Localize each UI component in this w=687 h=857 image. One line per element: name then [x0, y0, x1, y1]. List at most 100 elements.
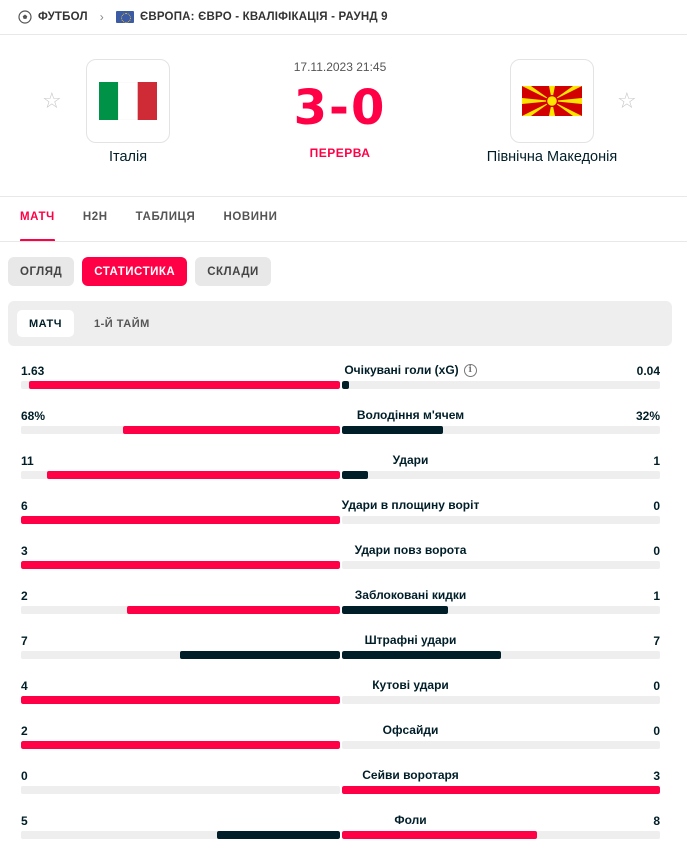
match-status: ПЕРЕРВА [309, 146, 371, 160]
stat-bar-track-home [21, 381, 340, 389]
favorite-star-icon-home[interactable]: ☆ [42, 88, 62, 114]
stat-label-wrap: Удари [21, 452, 660, 469]
stat-label: Фоли [394, 813, 427, 827]
stat-bar-track-home [21, 516, 340, 524]
stat-bar-track-away [341, 741, 660, 749]
stat-bars [21, 606, 660, 614]
stat-label: Удари повз ворота [354, 543, 467, 557]
stat-bars [21, 786, 660, 794]
stat-label: Очікувані голи (xG) [344, 363, 459, 377]
breadcrumb: ФУТБОЛ › ЄВРОПА: ЄВРО - КВАЛІФІКАЦІЯ - Р… [18, 7, 388, 27]
stat-bar-fill-home [21, 741, 340, 749]
stat-label: Кутові удари [372, 678, 449, 692]
stat-label-inner: Офсайди [383, 722, 439, 739]
stat-bar-fill-away [341, 381, 350, 389]
stat-row: 2 0 Офсайди [21, 722, 660, 767]
breadcrumb-competition[interactable]: ЄВРОПА: ЄВРО - КВАЛІФІКАЦІЯ - РАУНД 9 [140, 11, 388, 23]
stat-bar-track-away [341, 516, 660, 524]
stat-bar-track-home [21, 606, 340, 614]
stat-bar-fill-away [341, 786, 660, 794]
stat-bar-track-away [341, 651, 660, 659]
stat-bar-fill-away [341, 471, 368, 479]
stat-label-wrap: Фоли [21, 812, 660, 829]
europe-flag-icon [115, 11, 134, 23]
stat-bar-fill-away [341, 606, 448, 614]
stat-bar-track-away [341, 561, 660, 569]
breadcrumb-sport[interactable]: ФУТБОЛ [38, 11, 88, 23]
info-icon[interactable]: i [463, 364, 477, 377]
stat-bar-fill-home [21, 561, 340, 569]
stat-label-inner: Очікувані голи (xG) i [344, 362, 477, 379]
period-subtabs: МАТЧ 1-Й ТАЙМ [8, 301, 672, 346]
pill-overview[interactable]: ОГЛЯД [8, 257, 75, 286]
stat-label-wrap: Штрафні удари [21, 632, 660, 649]
stat-row: 68% 32% Володіння м'ячем [21, 407, 660, 452]
north-macedonia-flag-icon [522, 86, 582, 116]
section-pills: ОГЛЯД СТАТИСТИКА СКЛАДИ [8, 257, 271, 286]
home-team-name[interactable]: Італія [48, 149, 208, 165]
stat-label-inner: Удари в площину воріт [342, 497, 480, 514]
stat-bar-track-away [341, 606, 660, 614]
stat-label-wrap: Удари в площину воріт [21, 497, 660, 514]
stat-label-inner: Штрафні удари [365, 632, 457, 649]
score-separator: - [329, 80, 351, 136]
stat-label-inner: Кутові удари [372, 677, 449, 694]
match-score: 3-0 [240, 80, 440, 136]
divider [0, 241, 687, 242]
stat-bar-fill-home [21, 696, 340, 704]
score-away: 0 [350, 80, 387, 136]
stat-label: Сейви воротаря [362, 768, 459, 782]
stat-bar-track-away [341, 381, 660, 389]
stat-bars [21, 696, 660, 704]
tab-table[interactable]: ТАБЛИЦЯ [136, 211, 196, 242]
stat-label: Заблоковані кидки [354, 588, 467, 602]
pill-statistics[interactable]: СТАТИСТИКА [82, 257, 188, 286]
stat-bar-track-home [21, 831, 340, 839]
stat-label-wrap: Офсайди [21, 722, 660, 739]
stat-bar-track-home [21, 696, 340, 704]
football-icon [18, 10, 32, 24]
away-team-logo[interactable] [510, 59, 594, 143]
stat-bars [21, 471, 660, 479]
subtab-first-half[interactable]: 1-Й ТАЙМ [82, 310, 162, 337]
stat-row: 1.63 0.04 Очікувані голи (xG) i [21, 362, 660, 407]
stat-bar-fill-away [341, 831, 538, 839]
tab-match[interactable]: МАТЧ [20, 211, 55, 242]
stat-row: 5 8 Фоли [21, 812, 660, 857]
favorite-star-icon-away[interactable]: ☆ [617, 88, 637, 114]
home-team-logo[interactable] [86, 59, 170, 143]
away-team-name[interactable]: Північна Македонія [462, 149, 642, 165]
stat-label-inner: Удари повз ворота [355, 542, 467, 559]
stat-label-inner: Заблоковані кидки [355, 587, 466, 604]
score-home: 3 [293, 80, 330, 136]
stat-bar-track-home [21, 471, 340, 479]
subtab-match[interactable]: МАТЧ [17, 310, 75, 337]
stat-bar-track-home [21, 426, 340, 434]
stat-bar-track-away [341, 831, 660, 839]
stat-row: 11 1 Удари [21, 452, 660, 497]
tab-h2h[interactable]: H2H [83, 211, 108, 242]
stat-label-inner: Володіння м'ячем [357, 407, 464, 424]
tab-news[interactable]: НОВИНИ [223, 211, 277, 242]
italy-flag-icon [99, 82, 157, 120]
stats-list: 1.63 0.04 Очікувані голи (xG) i 68% 32% Володі… [21, 362, 660, 857]
stat-row: 4 0 Кутові удари [21, 677, 660, 722]
stat-bar-fill-home [122, 426, 340, 434]
stat-bar-fill-home [216, 831, 340, 839]
stat-row: 0 3 Сейви воротаря [21, 767, 660, 812]
stat-label-wrap: Кутові удари [21, 677, 660, 694]
stat-label: Штрафні удари [364, 633, 457, 647]
stat-bars [21, 516, 660, 524]
pill-lineups[interactable]: СКЛАДИ [195, 257, 271, 286]
stat-bar-track-home [21, 561, 340, 569]
stat-bars [21, 651, 660, 659]
stat-bar-track-away [341, 471, 660, 479]
stat-bar-fill-home [47, 471, 340, 479]
stat-label-wrap: Заблоковані кидки [21, 587, 660, 604]
stat-label: Удари в площину воріт [341, 498, 480, 512]
stat-label-inner: Удари [393, 452, 429, 469]
stat-label-inner: Фоли [394, 812, 426, 829]
stat-bar-track-away [341, 786, 660, 794]
stat-bars [21, 741, 660, 749]
stat-bar-fill-home [127, 606, 340, 614]
